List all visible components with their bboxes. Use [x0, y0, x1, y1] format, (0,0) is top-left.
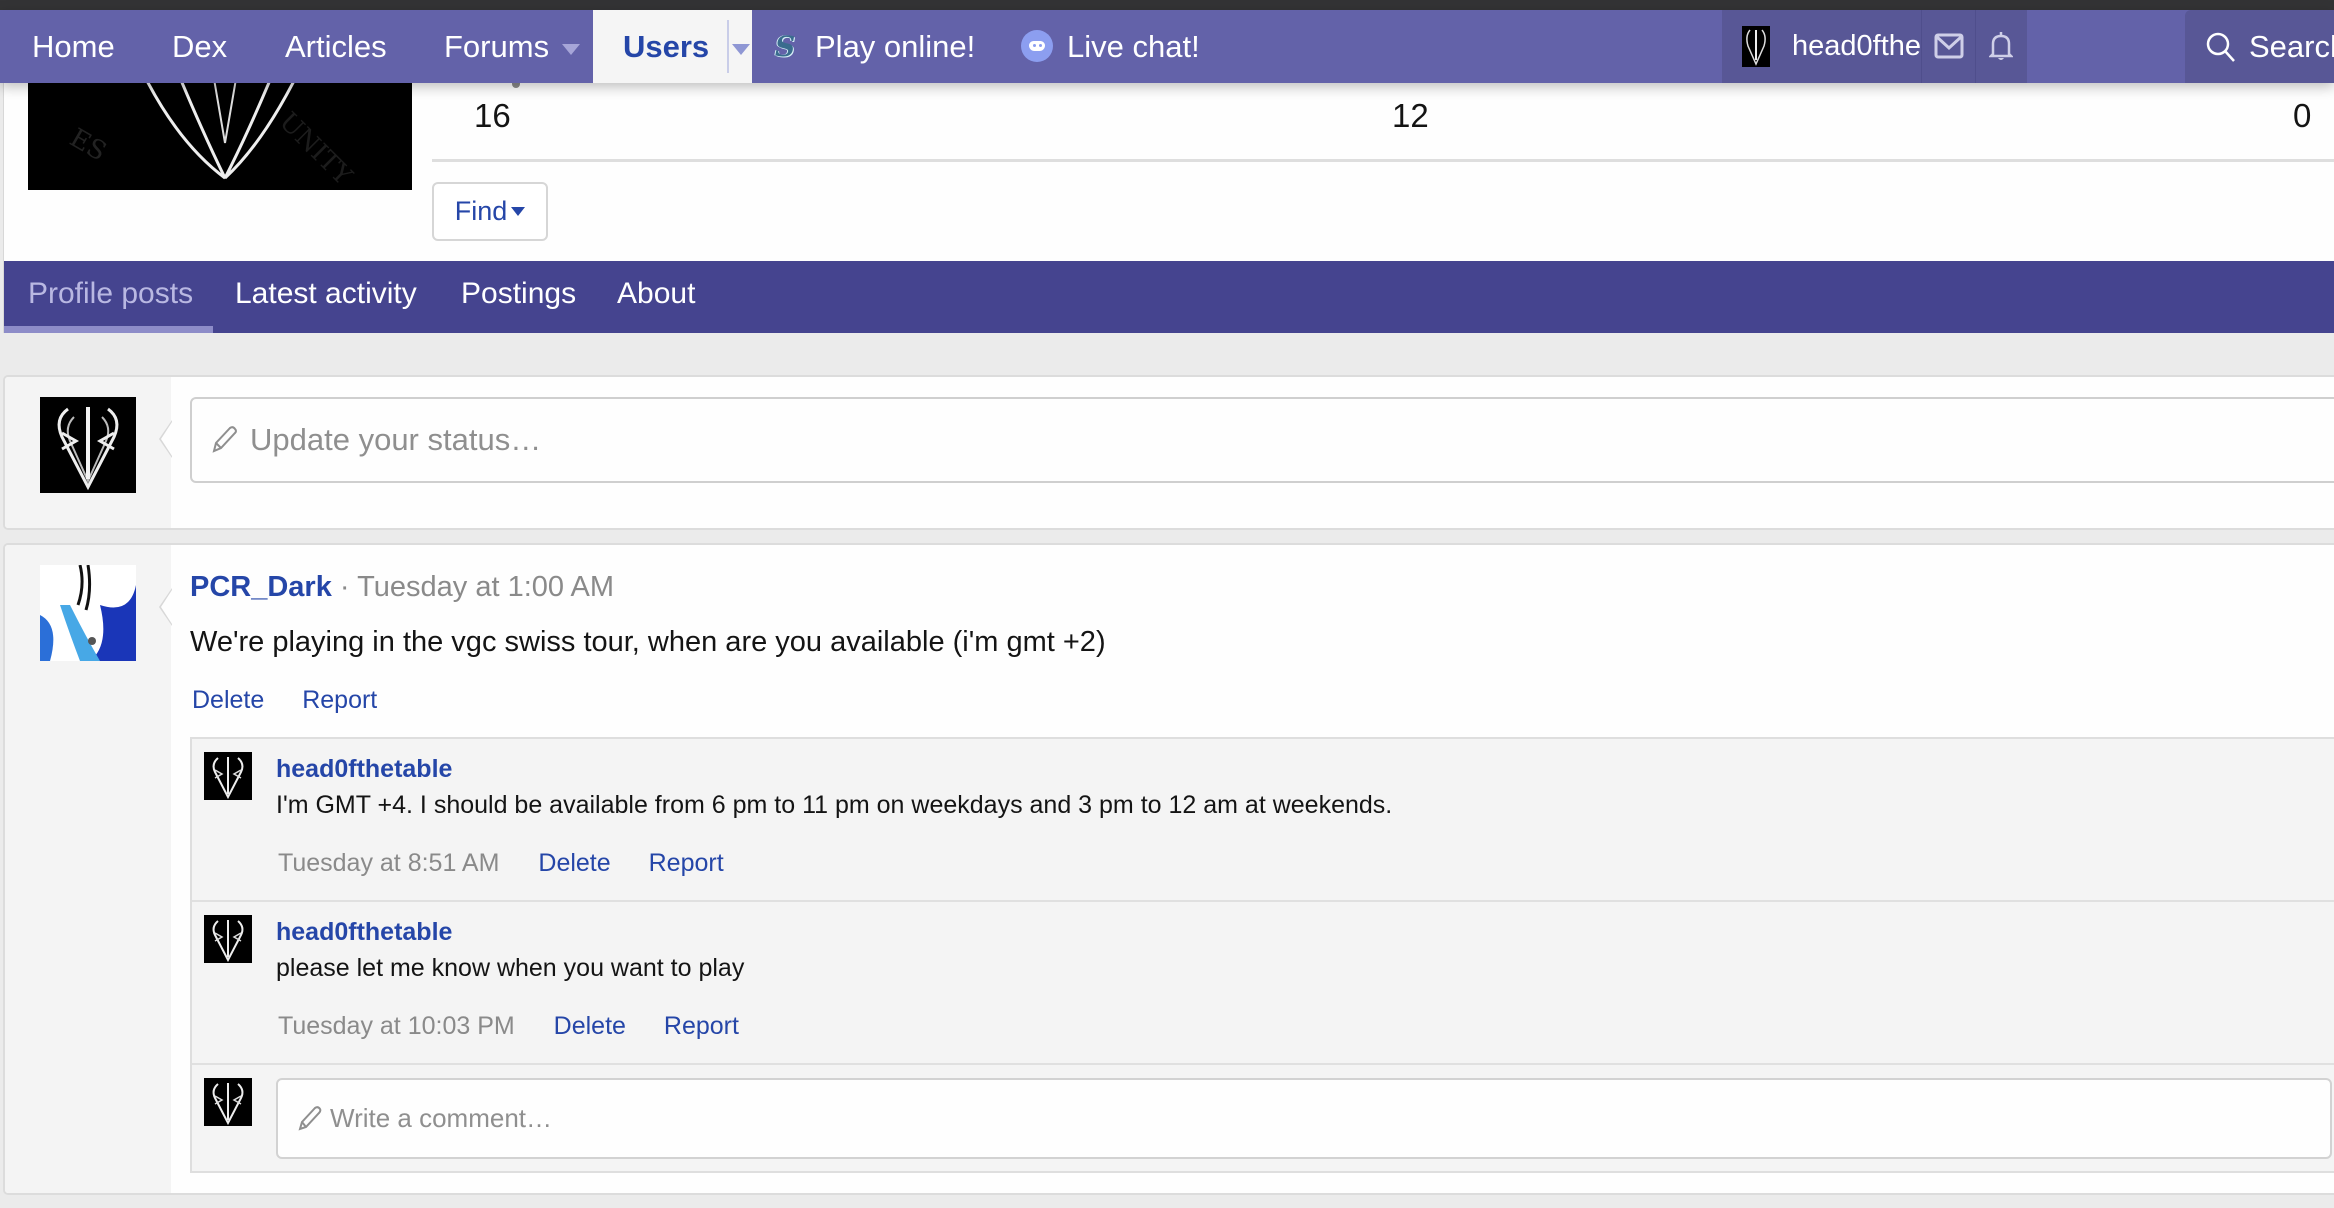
forums-dropdown-icon[interactable] — [562, 44, 580, 55]
avatar-icon — [1742, 26, 1770, 67]
profile-header: ES UNITY 16 12 0 Find Profile posts Late… — [3, 83, 2334, 333]
post-report-link[interactable]: Report — [302, 686, 377, 714]
post-header: PCR_Dark · Tuesday at 1:00 AM — [190, 571, 614, 604]
post-timestamp[interactable]: Tuesday at 1:00 AM — [357, 571, 614, 603]
comment-timestamp[interactable]: Tuesday at 8:51 AM — [278, 849, 499, 877]
search-label: Search — [2249, 29, 2334, 64]
post-delete-link[interactable]: Delete — [192, 686, 264, 714]
comment-item: head0fthetable please let me know when y… — [192, 902, 2334, 1065]
comment-author-link[interactable]: head0fthetable — [276, 918, 452, 947]
comment-avatar[interactable] — [204, 915, 252, 963]
search-button[interactable]: Search — [2185, 10, 2334, 83]
pencil-icon — [210, 425, 238, 460]
comment-text: I'm GMT +4. I should be available from 6… — [276, 791, 1393, 819]
active-tab-indicator — [4, 326, 213, 333]
comment-delete-link[interactable]: Delete — [538, 849, 610, 877]
comment-composer: Write a comment… — [192, 1065, 2334, 1171]
browser-top-strip — [0, 0, 2334, 10]
separator: · — [339, 571, 350, 603]
comment-item: head0fthetable I'm GMT +4. I should be a… — [192, 739, 2334, 902]
profile-tabs: Profile posts Latest activity Postings A… — [4, 261, 2334, 333]
nav-home[interactable]: Home — [32, 10, 115, 83]
post-author-link[interactable]: PCR_Dark — [190, 571, 332, 603]
nav-dex[interactable]: Dex — [172, 10, 227, 83]
nav-articles[interactable]: Articles — [285, 10, 387, 83]
find-label: Find — [454, 196, 508, 226]
find-button[interactable]: Find — [432, 182, 548, 241]
tab-about[interactable]: About — [597, 261, 715, 333]
stat-label-fragment — [512, 83, 520, 88]
composer-avatar — [204, 1078, 252, 1126]
svg-text:UNITY: UNITY — [273, 107, 358, 190]
profile-post: PCR_Dark · Tuesday at 1:00 AM We're play… — [3, 543, 2334, 1195]
user-avatar[interactable] — [40, 397, 136, 493]
search-icon — [2205, 31, 2237, 63]
showdown-s-icon: S — [775, 30, 796, 63]
envelope-icon — [1934, 33, 1964, 59]
comment-text: please let me know when you want to play — [276, 954, 745, 982]
svg-text:ES: ES — [65, 123, 112, 167]
tab-profile-posts[interactable]: Profile posts — [8, 261, 213, 333]
comment-timestamp[interactable]: Tuesday at 10:03 PM — [278, 1012, 515, 1040]
comment-report-link[interactable]: Report — [649, 849, 724, 877]
bell-icon — [1989, 30, 2013, 62]
inbox-button[interactable] — [1921, 10, 1975, 83]
profile-banner-image: ES UNITY — [28, 83, 412, 190]
nav-gap — [2170, 10, 2185, 83]
speech-tail — [159, 420, 172, 458]
status-placeholder: Update your status… — [250, 422, 542, 457]
comment-input[interactable]: Write a comment… — [276, 1078, 2332, 1159]
stat-reaction-score: 12 — [1392, 97, 1429, 134]
nav-divider — [727, 20, 729, 73]
nav-play-online[interactable]: Play online! — [815, 10, 975, 83]
stat-points: 0 — [2293, 97, 2312, 134]
nav-users-tab[interactable]: Users — [593, 10, 752, 83]
users-dropdown-icon[interactable] — [732, 44, 750, 55]
comment-report-link[interactable]: Report — [664, 1012, 739, 1040]
status-input[interactable]: Update your status… — [190, 397, 2334, 483]
tab-postings[interactable]: Postings — [441, 261, 596, 333]
post-actions: Delete Report — [192, 686, 408, 715]
speech-tail — [159, 588, 172, 626]
tab-latest-activity[interactable]: Latest activity — [215, 261, 437, 333]
comments-section: head0fthetable I'm GMT +4. I should be a… — [190, 737, 2334, 1173]
alerts-button[interactable] — [1975, 10, 2027, 83]
comment-author-link[interactable]: head0fthetable — [276, 755, 452, 784]
account-menu-button[interactable]: head0fthetable — [1722, 10, 1984, 83]
comment-delete-link[interactable]: Delete — [554, 1012, 626, 1040]
status-update-block: Update your status… — [3, 375, 2334, 530]
pencil-icon — [296, 1105, 322, 1138]
post-message: We're playing in the vgc swiss tour, whe… — [190, 626, 1106, 658]
account-area: head0fthetable Search — [1722, 10, 2334, 83]
comment-avatar[interactable] — [204, 752, 252, 800]
comment-meta: Tuesday at 10:03 PM Delete Report — [278, 1012, 770, 1041]
caret-down-icon — [511, 207, 526, 216]
nav-forums[interactable]: Forums — [444, 10, 549, 83]
nav-users[interactable]: Users — [623, 10, 709, 83]
stat-messages: 16 — [474, 97, 511, 134]
comment-meta: Tuesday at 8:51 AM Delete Report — [278, 849, 755, 878]
top-navigation: Home Dex Articles Forums Users S Play on… — [0, 10, 2334, 83]
stats-divider — [432, 159, 2334, 162]
comment-placeholder: Write a comment… — [330, 1103, 553, 1133]
nav-live-chat[interactable]: Live chat! — [1067, 10, 1200, 83]
discord-icon — [1021, 30, 1053, 62]
pcr-dark-avatar[interactable] — [40, 565, 136, 661]
